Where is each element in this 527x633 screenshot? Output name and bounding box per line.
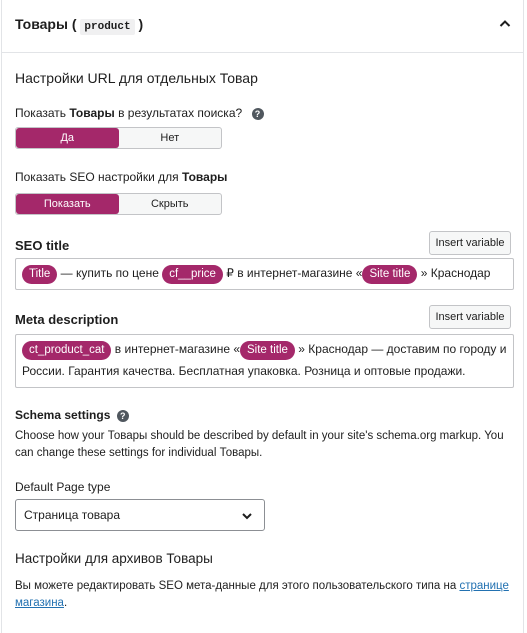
seo-title-text-2: ₽ в интернет-магазине « bbox=[226, 266, 363, 280]
toggle-hide[interactable]: Скрыть bbox=[119, 194, 222, 214]
chevron-up-icon[interactable] bbox=[499, 18, 511, 30]
schema-label-text: Schema settings bbox=[15, 408, 111, 422]
page-type-select[interactable]: Страница товара bbox=[15, 499, 265, 531]
search-label-suffix: в результатах поиска? bbox=[118, 106, 243, 120]
question-circle-icon[interactable]: ? bbox=[251, 107, 264, 120]
panel-header[interactable]: Товары ( product ) bbox=[2, 0, 523, 53]
meta-description-label: Meta description bbox=[15, 312, 119, 327]
seo-settings-label: Показать SEO настройки для Товары bbox=[15, 170, 227, 184]
seo-title-text-1: — купить по цене bbox=[60, 266, 159, 280]
meta-description-insert-variable-button[interactable]: Insert variable bbox=[429, 305, 511, 329]
toggle-no[interactable]: Нет bbox=[119, 128, 222, 148]
panel-title: Товары ( product ) bbox=[15, 16, 144, 35]
post-type-code: product bbox=[80, 19, 135, 35]
meta-text-2: » Краснодар — доставим по городу и bbox=[298, 342, 507, 356]
question-circle-icon[interactable]: ? bbox=[116, 409, 129, 422]
meta-description-editor[interactable]: ct_product_cat в интернет-магазине «Site… bbox=[15, 334, 514, 388]
seo-title-insert-variable-button[interactable]: Insert variable bbox=[429, 231, 511, 255]
schema-description: Choose how your Товары should be describ… bbox=[15, 430, 504, 459]
search-visibility-label: Показать Товары в результатах поиска? ? bbox=[15, 106, 264, 120]
meta-text-1: в интернет-магазине « bbox=[114, 342, 241, 356]
toggle-show[interactable]: Показать bbox=[16, 194, 119, 214]
archives-description: Вы можете редактировать SEO мета-данные … bbox=[15, 578, 511, 612]
variable-price-pill[interactable]: cf__price bbox=[162, 265, 223, 284]
panel-title-text: Товары bbox=[15, 16, 68, 32]
variable-site-title-pill[interactable]: Site title bbox=[362, 265, 418, 284]
seo-title-text-3: » Краснодар bbox=[420, 266, 491, 280]
variable-title-pill[interactable]: Title bbox=[22, 265, 58, 284]
toggle-yes[interactable]: Да bbox=[16, 128, 119, 148]
meta-text-line-2: России. Гарантия качества. Бесплатная уп… bbox=[22, 364, 466, 378]
url-settings-heading: Настройки URL для отдельных Товар bbox=[15, 70, 258, 86]
archives-period: . bbox=[63, 597, 68, 609]
variable-site-title-pill[interactable]: Site title bbox=[240, 341, 295, 360]
paren-open: ( bbox=[71, 16, 77, 32]
seo-title-label: SEO title bbox=[15, 238, 70, 253]
schema-settings-label: Schema settings ? bbox=[15, 408, 129, 422]
search-label-prefix: Показать bbox=[15, 106, 67, 120]
seo-label-bold: Товары bbox=[182, 170, 228, 184]
archives-text: Вы можете редактировать SEO мета-данные … bbox=[15, 580, 457, 592]
seo-settings-toggle: Показать Скрыть bbox=[15, 193, 222, 215]
search-visibility-toggle: Да Нет bbox=[15, 127, 222, 149]
post-type-panel: Товары ( product ) Настройки URL для отд… bbox=[1, 0, 524, 633]
paren-close: ) bbox=[138, 16, 144, 32]
archives-heading: Настройки для архивов Товары bbox=[15, 551, 213, 566]
seo-title-editor[interactable]: Title — купить по цене cf__price ₽ в инт… bbox=[15, 258, 514, 290]
search-label-bold: Товары bbox=[69, 106, 115, 120]
chevron-down-icon bbox=[242, 513, 252, 520]
variable-product-cat-pill[interactable]: ct_product_cat bbox=[22, 341, 112, 360]
page-type-label: Default Page type bbox=[15, 480, 111, 494]
seo-label-prefix: Показать SEO настройки для bbox=[15, 170, 179, 184]
page-type-selected: Страница товара bbox=[24, 508, 121, 522]
